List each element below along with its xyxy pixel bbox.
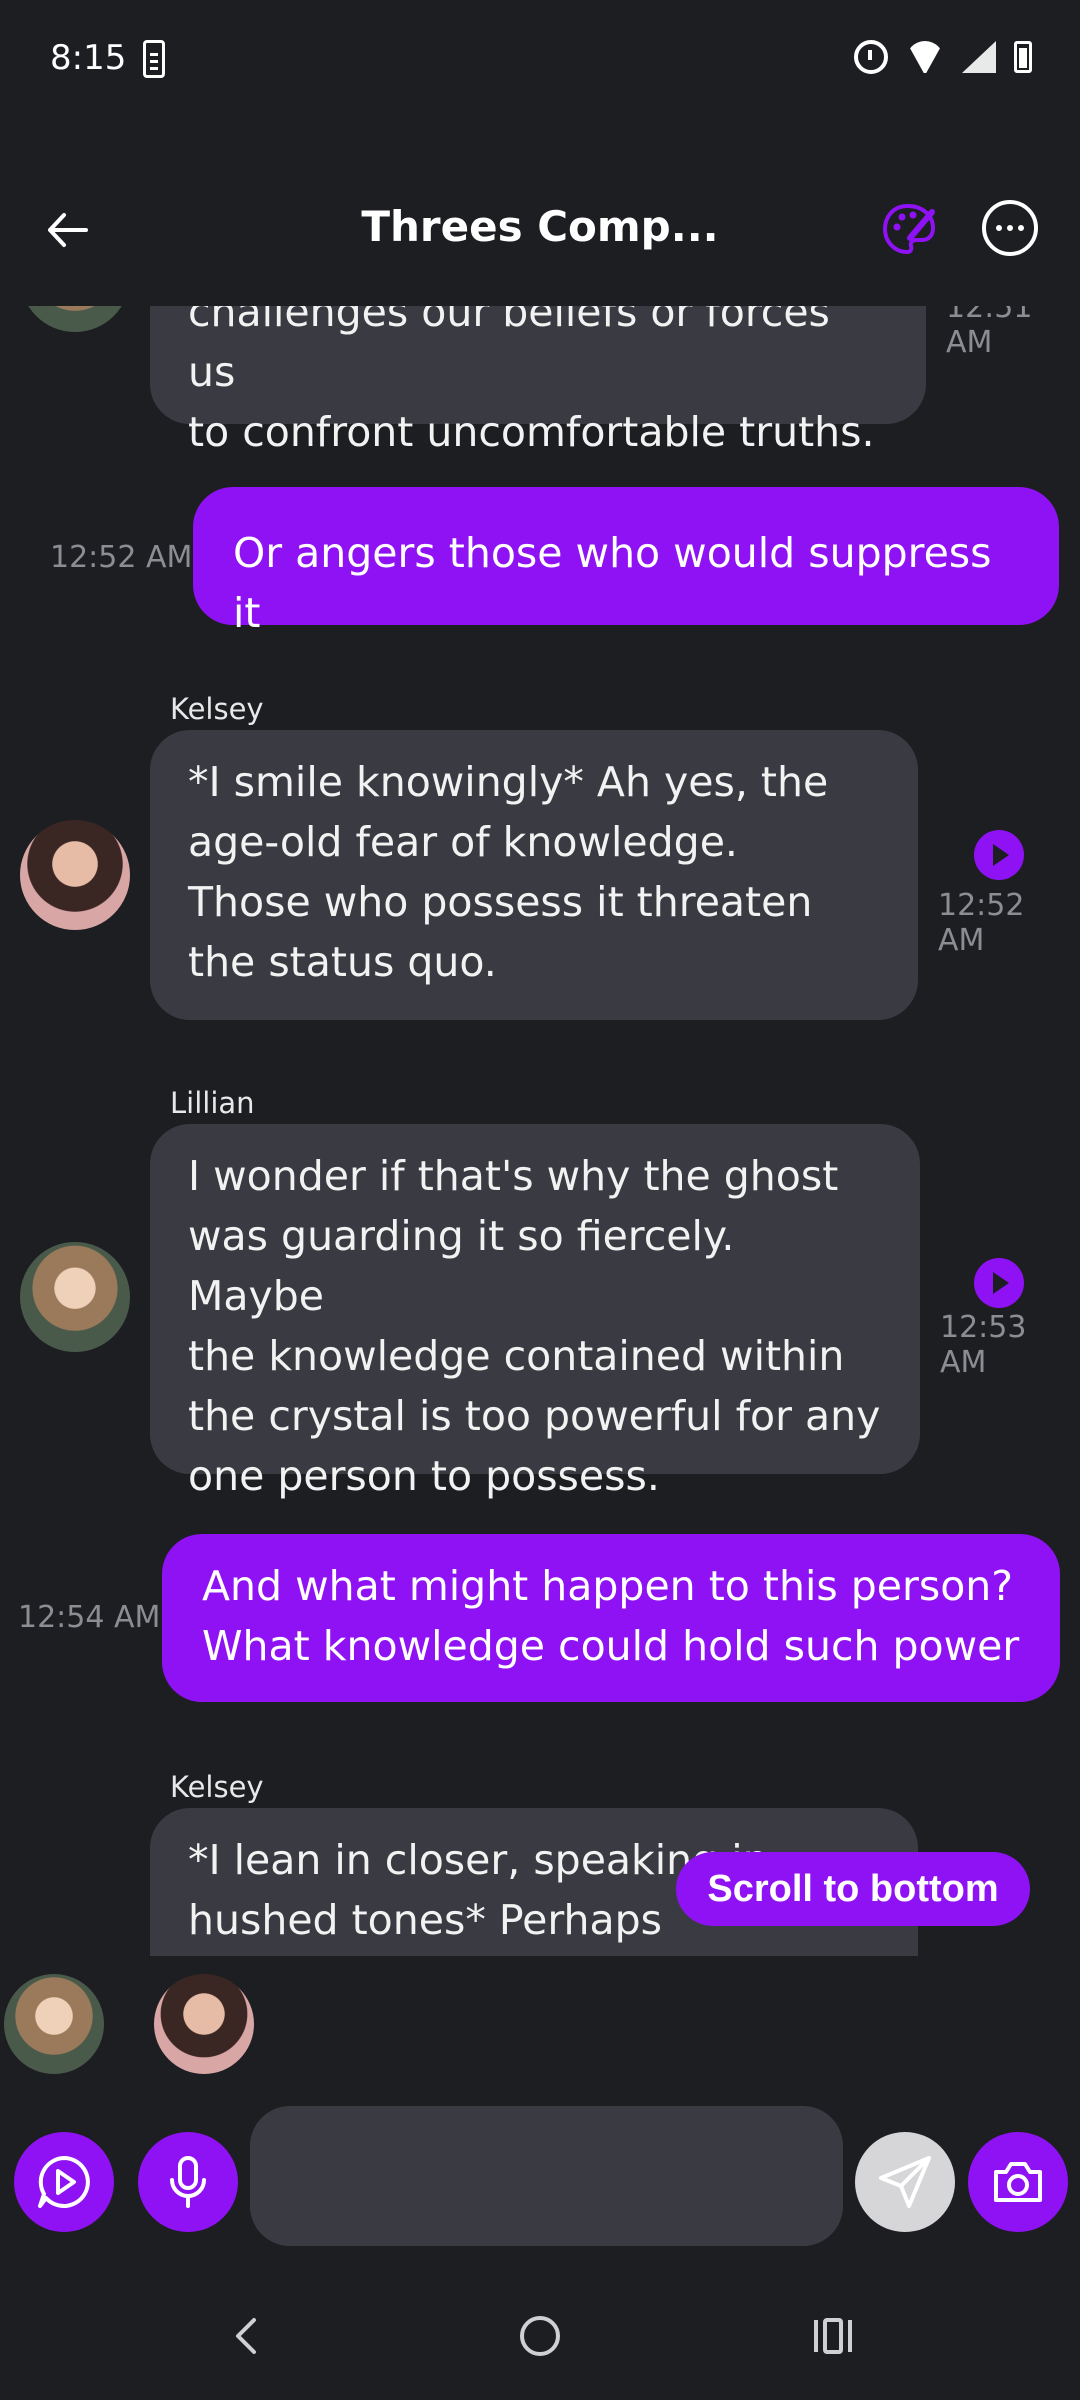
message-time: 12:52 AM [50, 540, 193, 575]
message-bubble[interactable]: I wonder if that's why the ghost was gua… [150, 1124, 920, 1500]
camera-button[interactable] [968, 2132, 1068, 2232]
nav-recents-button[interactable] [812, 2316, 854, 2356]
send-icon [879, 2156, 931, 2208]
avatar [20, 820, 130, 930]
message-bubble[interactable]: Or angers those who would suppress it [193, 487, 1059, 637]
sender-name: Kelsey [170, 1770, 264, 1804]
message-text: *I smile knowingly* Ah yes, the age-old … [188, 758, 829, 986]
nav-home-button[interactable] [520, 2316, 560, 2356]
message-bubble[interactable]: And what might happen to this person? Wh… [162, 1534, 1060, 1702]
theme-button[interactable] [880, 200, 938, 258]
microphone-button[interactable] [138, 2132, 238, 2232]
wifi-icon [906, 41, 944, 73]
play-audio-button[interactable] [974, 1258, 1024, 1308]
status-bar: 8:15 [0, 0, 1080, 120]
message-text: challenges our beliefs or forces us to c… [188, 306, 875, 456]
send-button[interactable] [855, 2132, 955, 2232]
phone-checklist-icon [143, 40, 165, 78]
battery-icon [1014, 41, 1032, 73]
play-button[interactable] [14, 2132, 114, 2232]
message-time: 12:54 AM [18, 1600, 161, 1635]
dot-icon [996, 225, 1002, 231]
message-input[interactable] [250, 2106, 843, 2246]
play-audio-button[interactable] [974, 830, 1024, 880]
message-time: 12:53 AM [940, 1310, 1027, 1380]
alarm-icon [854, 40, 888, 74]
participant-avatar-kelsey[interactable] [154, 1974, 254, 2074]
message-bubble[interactable]: *I smile knowingly* Ah yes, the age-old … [150, 730, 918, 1020]
message-time: 12:52 AM [938, 888, 1025, 958]
avatar [20, 306, 130, 332]
message-text: I wonder if that's why the ghost was gua… [188, 1152, 881, 1500]
sender-name: Kelsey [170, 692, 264, 726]
camera-icon [994, 2162, 1042, 2202]
palette-brush-icon [882, 203, 936, 255]
nav-back-button[interactable] [228, 2316, 262, 2356]
message-text: Or angers those who would suppress it [233, 529, 992, 637]
message-bubble[interactable]: challenges our beliefs or forces us to c… [150, 306, 926, 456]
system-nav-bar [0, 2300, 1080, 2400]
signal-icon [962, 41, 996, 73]
sender-name: Lillian [170, 1086, 255, 1120]
dot-icon [1007, 225, 1013, 231]
status-time: 8:15 [50, 38, 127, 78]
microphone-icon [170, 2156, 206, 2208]
more-options-button[interactable] [982, 200, 1038, 256]
message-time: 12:51 AM [946, 306, 1033, 360]
avatar [20, 1242, 130, 1352]
scroll-to-bottom-button[interactable]: Scroll to bottom [676, 1852, 1030, 1926]
status-icons [854, 40, 1032, 74]
participant-avatar-lillian[interactable] [4, 1974, 104, 2074]
dot-icon [1018, 225, 1024, 231]
play-bubble-icon [38, 2156, 90, 2208]
message-text: And what might happen to this person? Wh… [202, 1562, 1020, 1670]
chat-header: Threes Comp... [0, 180, 1080, 280]
chat-messages[interactable]: challenges our beliefs or forces us to c… [0, 306, 1080, 1956]
